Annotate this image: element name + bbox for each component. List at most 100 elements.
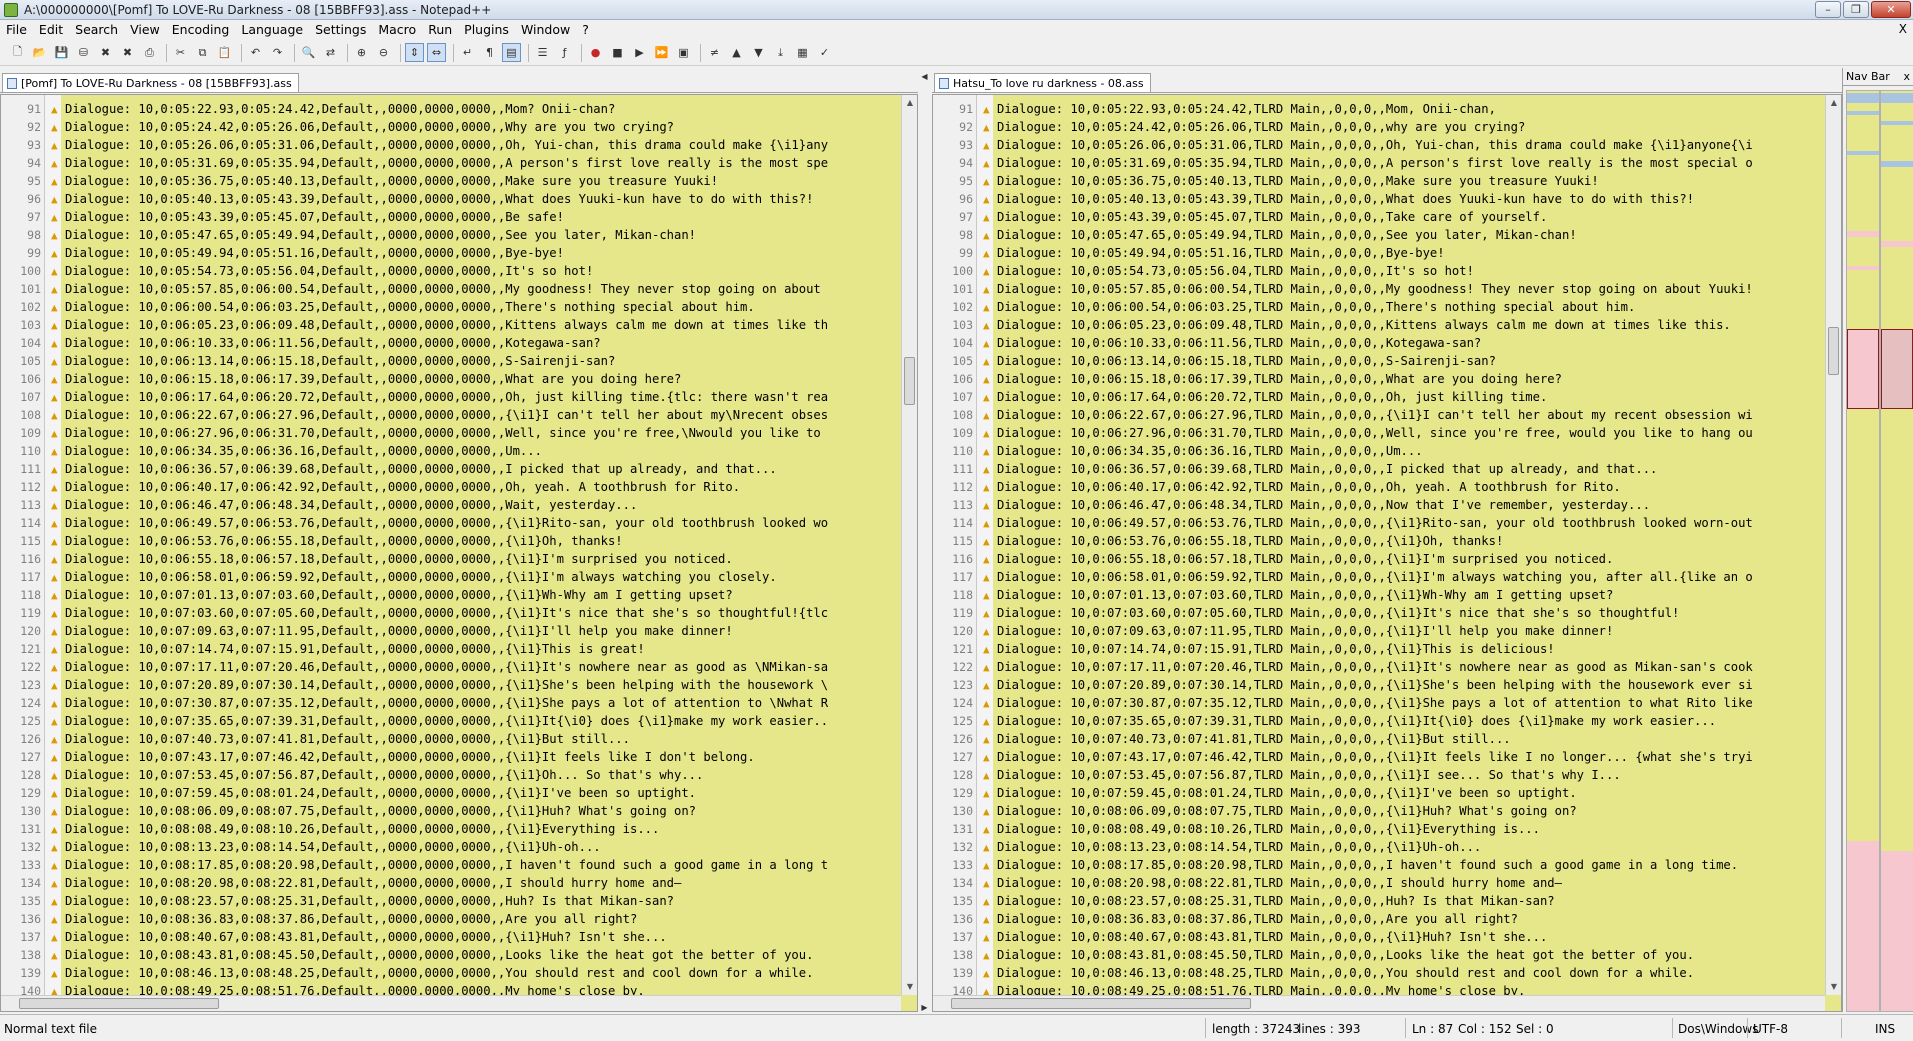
scroll-up-arrow-icon[interactable]: ▲ xyxy=(1826,95,1841,111)
editor-line[interactable]: 104 ▲ Dialogue: 10,0:06:10.33,0:06:11.56,T… xyxy=(933,334,1841,352)
editor-line[interactable]: 120 ▲ Dialogue: 10,0:07:09.63,0:07:11.95,T… xyxy=(933,622,1841,640)
editor-line[interactable]: 135 ▲ Dialogue: 10,0:08:23.57,0:08:25.31,D… xyxy=(1,892,917,910)
editor-line[interactable]: 99 ▲ Dialogue: 10,0:05:49.94,0:05:51.16,TL… xyxy=(933,244,1841,262)
editor-line[interactable]: 139 ▲ Dialogue: 10,0:08:46.13,0:08:48.25,T… xyxy=(933,964,1841,982)
play-macro-icon[interactable]: ▶ xyxy=(630,43,649,62)
open-icon[interactable]: 📂 xyxy=(30,43,49,62)
undo-icon[interactable]: ↶ xyxy=(246,43,265,62)
left-hscroll-thumb[interactable] xyxy=(19,998,219,1009)
editor-line[interactable]: 104 ▲ Dialogue: 10,0:06:10.33,0:06:11.56,D… xyxy=(1,334,917,352)
status-encoding[interactable]: UTF-8 xyxy=(1753,1022,1788,1036)
menu-view[interactable]: View xyxy=(124,20,166,40)
user-lang-icon[interactable]: ☰ xyxy=(533,43,552,62)
menu-run[interactable]: Run xyxy=(422,20,458,40)
editor-line[interactable]: 119 ▲ Dialogue: 10,0:07:03.60,0:07:05.60,D… xyxy=(1,604,917,622)
editor-line[interactable]: 102 ▲ Dialogue: 10,0:06:00.54,0:06:03.25,T… xyxy=(933,298,1841,316)
replace-icon[interactable]: ⇄ xyxy=(321,43,340,62)
next-diff-icon[interactable]: ▼ xyxy=(749,43,768,62)
menu-macro[interactable]: Macro xyxy=(372,20,422,40)
editor-line[interactable]: 95 ▲ Dialogue: 10,0:05:36.75,0:05:40.13,TL… xyxy=(933,172,1841,190)
editor-line[interactable]: 109 ▲ Dialogue: 10,0:06:27.96,0:06:31.70,T… xyxy=(933,424,1841,442)
new-icon[interactable]: 🗋 xyxy=(8,43,27,62)
editor-line[interactable]: 118 ▲ Dialogue: 10,0:07:01.13,0:07:03.60,T… xyxy=(933,586,1841,604)
editor-line[interactable]: 126 ▲ Dialogue: 10,0:07:40.73,0:07:41.81,D… xyxy=(1,730,917,748)
splitter-arrow-icon[interactable]: ▶ xyxy=(920,1003,929,1012)
editor-line[interactable]: 108 ▲ Dialogue: 10,0:06:22.67,0:06:27.96,D… xyxy=(1,406,917,424)
editor-line[interactable]: 128 ▲ Dialogue: 10,0:07:53.45,0:07:56.87,D… xyxy=(1,766,917,784)
editor-line[interactable]: 100 ▲ Dialogue: 10,0:05:54.73,0:05:56.04,T… xyxy=(933,262,1841,280)
editor-line[interactable]: 102 ▲ Dialogue: 10,0:06:00.54,0:06:03.25,D… xyxy=(1,298,917,316)
right-horizontal-scrollbar[interactable] xyxy=(933,995,1825,1011)
editor-line[interactable]: 115 ▲ Dialogue: 10,0:06:53.76,0:06:55.18,D… xyxy=(1,532,917,550)
editor-line[interactable]: 116 ▲ Dialogue: 10,0:06:55.18,0:06:57.18,D… xyxy=(1,550,917,568)
editor-line[interactable]: 107 ▲ Dialogue: 10,0:06:17.64,0:06:20.72,D… xyxy=(1,388,917,406)
editor-line[interactable]: 133 ▲ Dialogue: 10,0:08:17.85,0:08:20.98,D… xyxy=(1,856,917,874)
editor-line[interactable]: 133 ▲ Dialogue: 10,0:08:17.85,0:08:20.98,T… xyxy=(933,856,1841,874)
editor-line[interactable]: 127 ▲ Dialogue: 10,0:07:43.17,0:07:46.42,T… xyxy=(933,748,1841,766)
close-all-icon[interactable]: ✖ xyxy=(118,43,137,62)
editor-line[interactable]: 97 ▲ Dialogue: 10,0:05:43.39,0:05:45.07,De… xyxy=(1,208,917,226)
editor-line[interactable]: 127 ▲ Dialogue: 10,0:07:43.17,0:07:46.42,D… xyxy=(1,748,917,766)
status-insert-mode[interactable]: INS xyxy=(1875,1022,1895,1036)
left-horizontal-scrollbar[interactable] xyxy=(1,995,901,1011)
editor-line[interactable]: 139 ▲ Dialogue: 10,0:08:46.13,0:08:48.25,D… xyxy=(1,964,917,982)
right-hscroll-thumb[interactable] xyxy=(951,998,1251,1009)
editor-line[interactable]: 96 ▲ Dialogue: 10,0:05:40.13,0:05:43.39,TL… xyxy=(933,190,1841,208)
editor-line[interactable]: 93 ▲ Dialogue: 10,0:05:26.06,0:05:31.06,TL… xyxy=(933,136,1841,154)
scroll-down-arrow-icon[interactable]: ▼ xyxy=(902,979,917,995)
last-diff-icon[interactable]: ⤓ xyxy=(771,43,790,62)
function-list-icon[interactable]: ƒ xyxy=(555,43,574,62)
compare-icon[interactable]: ≠ xyxy=(705,43,724,62)
right-editor-pane[interactable]: 91 ▲ Dialogue: 10,0:05:22.93,0:05:24.42,TL… xyxy=(932,94,1842,1012)
editor-line[interactable]: 91 ▲ Dialogue: 10,0:05:22.93,0:05:24.42,TL… xyxy=(933,100,1841,118)
editor-line[interactable]: 110 ▲ Dialogue: 10,0:06:34.35,0:06:36.16,D… xyxy=(1,442,917,460)
splitter-arrow-icon[interactable]: ◀ xyxy=(920,72,929,81)
editor-line[interactable]: 112 ▲ Dialogue: 10,0:06:40.17,0:06:42.92,T… xyxy=(933,478,1841,496)
sync-horizontal-icon[interactable]: ⇔ xyxy=(427,43,446,62)
pane-splitter[interactable]: ◀ ▶ xyxy=(918,72,932,1012)
menu-plugins[interactable]: Plugins xyxy=(458,20,515,40)
menu-encoding[interactable]: Encoding xyxy=(166,20,236,40)
nav-viewport-indicator[interactable] xyxy=(1847,329,1879,409)
save-all-icon[interactable]: ⛁ xyxy=(74,43,93,62)
editor-line[interactable]: 131 ▲ Dialogue: 10,0:08:08.49,0:08:10.26,T… xyxy=(933,820,1841,838)
editor-line[interactable]: 99 ▲ Dialogue: 10,0:05:49.94,0:05:51.16,De… xyxy=(1,244,917,262)
save-macro-icon[interactable]: ▣ xyxy=(674,43,693,62)
right-vertical-scrollbar[interactable]: ▲ ▼ xyxy=(1825,95,1841,995)
editor-line[interactable]: 106 ▲ Dialogue: 10,0:06:15.18,0:06:17.39,D… xyxy=(1,370,917,388)
nav-bar-right-map[interactable] xyxy=(1880,90,1913,1012)
print-icon[interactable]: ⎙ xyxy=(140,43,159,62)
all-chars-icon[interactable]: ¶ xyxy=(480,43,499,62)
editor-line[interactable]: 132 ▲ Dialogue: 10,0:08:13.23,0:08:14.54,D… xyxy=(1,838,917,856)
editor-line[interactable]: 135 ▲ Dialogue: 10,0:08:23.57,0:08:25.31,T… xyxy=(933,892,1841,910)
sync-vertical-icon[interactable]: ⇕ xyxy=(405,43,424,62)
editor-line[interactable]: 136 ▲ Dialogue: 10,0:08:36.83,0:08:37.86,D… xyxy=(1,910,917,928)
editor-line[interactable]: 109 ▲ Dialogue: 10,0:06:27.96,0:06:31.70,D… xyxy=(1,424,917,442)
word-wrap-icon[interactable]: ↵ xyxy=(458,43,477,62)
editor-line[interactable]: 134 ▲ Dialogue: 10,0:08:20.98,0:08:22.81,T… xyxy=(933,874,1841,892)
editor-line[interactable]: 113 ▲ Dialogue: 10,0:06:46.47,0:06:48.34,T… xyxy=(933,496,1841,514)
menu-help[interactable]: ? xyxy=(576,20,595,40)
menu-file[interactable]: File xyxy=(0,20,33,40)
run-macro-multiple-icon[interactable]: ⏩ xyxy=(652,43,671,62)
editor-line[interactable]: 136 ▲ Dialogue: 10,0:08:36.83,0:08:37.86,T… xyxy=(933,910,1841,928)
left-vertical-scrollbar[interactable]: ▲ ▼ xyxy=(901,95,917,995)
editor-line[interactable]: 105 ▲ Dialogue: 10,0:06:13.14,0:06:15.18,T… xyxy=(933,352,1841,370)
tab-right-file[interactable]: Hatsu_To love ru darkness - 08.ass xyxy=(934,73,1151,92)
left-vscroll-thumb[interactable] xyxy=(904,357,915,405)
editor-line[interactable]: 138 ▲ Dialogue: 10,0:08:43.81,0:08:45.50,T… xyxy=(933,946,1841,964)
stop-macro-icon[interactable]: ■ xyxy=(608,43,627,62)
minimize-button[interactable]: – xyxy=(1815,1,1841,18)
find-icon[interactable]: 🔍 xyxy=(299,43,318,62)
editor-line[interactable]: 129 ▲ Dialogue: 10,0:07:59.45,0:08:01.24,T… xyxy=(933,784,1841,802)
editor-line[interactable]: 130 ▲ Dialogue: 10,0:08:06.09,0:08:07.75,T… xyxy=(933,802,1841,820)
editor-line[interactable]: 123 ▲ Dialogue: 10,0:07:20.89,0:07:30.14,T… xyxy=(933,676,1841,694)
editor-line[interactable]: 121 ▲ Dialogue: 10,0:07:14.74,0:07:15.91,D… xyxy=(1,640,917,658)
editor-line[interactable]: 95 ▲ Dialogue: 10,0:05:36.75,0:05:40.13,De… xyxy=(1,172,917,190)
editor-line[interactable]: 123 ▲ Dialogue: 10,0:07:20.89,0:07:30.14,D… xyxy=(1,676,917,694)
editor-line[interactable]: 96 ▲ Dialogue: 10,0:05:40.13,0:05:43.39,De… xyxy=(1,190,917,208)
editor-line[interactable]: 120 ▲ Dialogue: 10,0:07:09.63,0:07:11.95,D… xyxy=(1,622,917,640)
editor-line[interactable]: 114 ▲ Dialogue: 10,0:06:49.57,0:06:53.76,D… xyxy=(1,514,917,532)
editor-line[interactable]: 122 ▲ Dialogue: 10,0:07:17.11,0:07:20.46,D… xyxy=(1,658,917,676)
editor-line[interactable]: 111 ▲ Dialogue: 10,0:06:36.57,0:06:39.68,T… xyxy=(933,460,1841,478)
